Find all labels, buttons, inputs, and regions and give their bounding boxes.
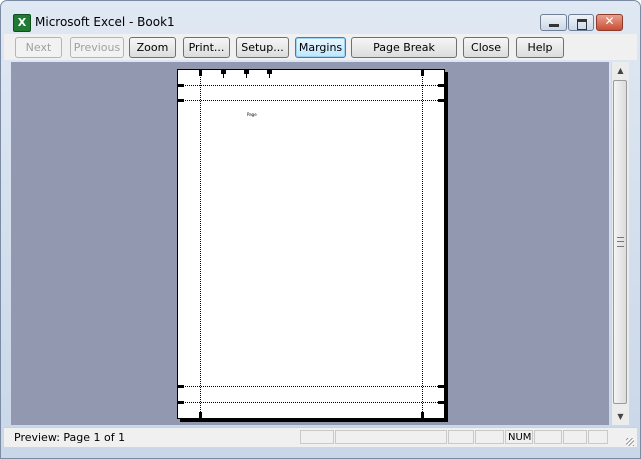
header-margin-line[interactable] <box>178 85 444 86</box>
top-margin-line[interactable] <box>178 100 444 101</box>
window-title: Microsoft Excel - Book1 <box>35 15 175 29</box>
print-button[interactable]: Print... <box>183 37 230 58</box>
left-margin-handle-top[interactable] <box>199 70 202 76</box>
bottom-margin-line[interactable] <box>178 386 444 387</box>
status-bar: Preview: Page 1 of 1 NUM <box>4 427 637 447</box>
left-margin-handle-bottom[interactable] <box>199 412 202 418</box>
top-margin-handle-left[interactable] <box>178 99 184 102</box>
maximize-icon <box>577 19 587 30</box>
footer-margin-handle-right[interactable] <box>438 401 444 404</box>
status-text: Preview: Page 1 of 1 <box>14 431 126 444</box>
scroll-down-icon[interactable]: ▼ <box>612 408 629 425</box>
num-lock-indicator: NUM <box>505 430 533 444</box>
bottom-margin-handle-right[interactable] <box>438 385 444 388</box>
print-preview-toolbar: Next Previous Zoom Print... Setup... Mar… <box>4 34 637 73</box>
page-header-text: Page <box>247 112 257 117</box>
scroll-up-icon[interactable]: ▲ <box>612 62 629 79</box>
status-panel <box>300 430 334 444</box>
title-bar[interactable]: X Microsoft Excel - Book1 ✕ <box>1 1 640 34</box>
preview-area[interactable]: Page <box>11 62 609 425</box>
next-button[interactable]: Next <box>15 37 62 58</box>
bottom-margin-handle-left[interactable] <box>178 385 184 388</box>
excel-window: X Microsoft Excel - Book1 ✕ Next Previou… <box>0 0 641 459</box>
status-panel <box>563 430 587 444</box>
header-margin-handle-right[interactable] <box>438 84 444 87</box>
close-button[interactable]: Close <box>463 37 509 58</box>
header-margin-handle-left[interactable] <box>178 84 184 87</box>
top-margin-handle-right[interactable] <box>438 99 444 102</box>
footer-margin-handle-left[interactable] <box>178 401 184 404</box>
status-panel <box>448 430 474 444</box>
grip-icon <box>617 237 624 247</box>
right-margin-handle-top[interactable] <box>421 70 424 76</box>
right-margin-line[interactable] <box>422 70 423 418</box>
help-button[interactable]: Help <box>516 37 564 58</box>
column-width-handle-stem <box>269 74 270 78</box>
column-width-handle-stem <box>223 74 224 78</box>
status-panel <box>475 430 504 444</box>
right-margin-handle-bottom[interactable] <box>421 412 424 418</box>
maximize-button[interactable] <box>568 14 594 31</box>
margins-button[interactable]: Margins <box>295 37 346 58</box>
close-icon: ✕ <box>604 14 615 28</box>
status-panel <box>588 430 608 444</box>
vertical-scrollbar[interactable]: ▲ ▼ <box>611 62 629 425</box>
left-margin-line[interactable] <box>200 70 201 418</box>
page-break-preview-button[interactable]: Page Break Preview <box>351 37 457 73</box>
status-panel <box>534 430 562 444</box>
minimize-button[interactable] <box>540 14 567 31</box>
minimize-icon <box>549 24 559 27</box>
scroll-thumb[interactable] <box>613 80 627 404</box>
resize-grip-icon[interactable] <box>626 438 634 446</box>
excel-icon[interactable]: X <box>13 14 31 32</box>
footer-margin-line[interactable] <box>178 402 444 403</box>
status-panel <box>335 430 447 444</box>
close-window-button[interactable]: ✕ <box>596 14 623 31</box>
preview-page[interactable]: Page <box>177 69 445 419</box>
setup-button[interactable]: Setup... <box>236 37 289 58</box>
zoom-button[interactable]: Zoom <box>129 37 176 58</box>
column-width-handle-stem <box>246 74 247 78</box>
previous-button[interactable]: Previous <box>70 37 124 58</box>
